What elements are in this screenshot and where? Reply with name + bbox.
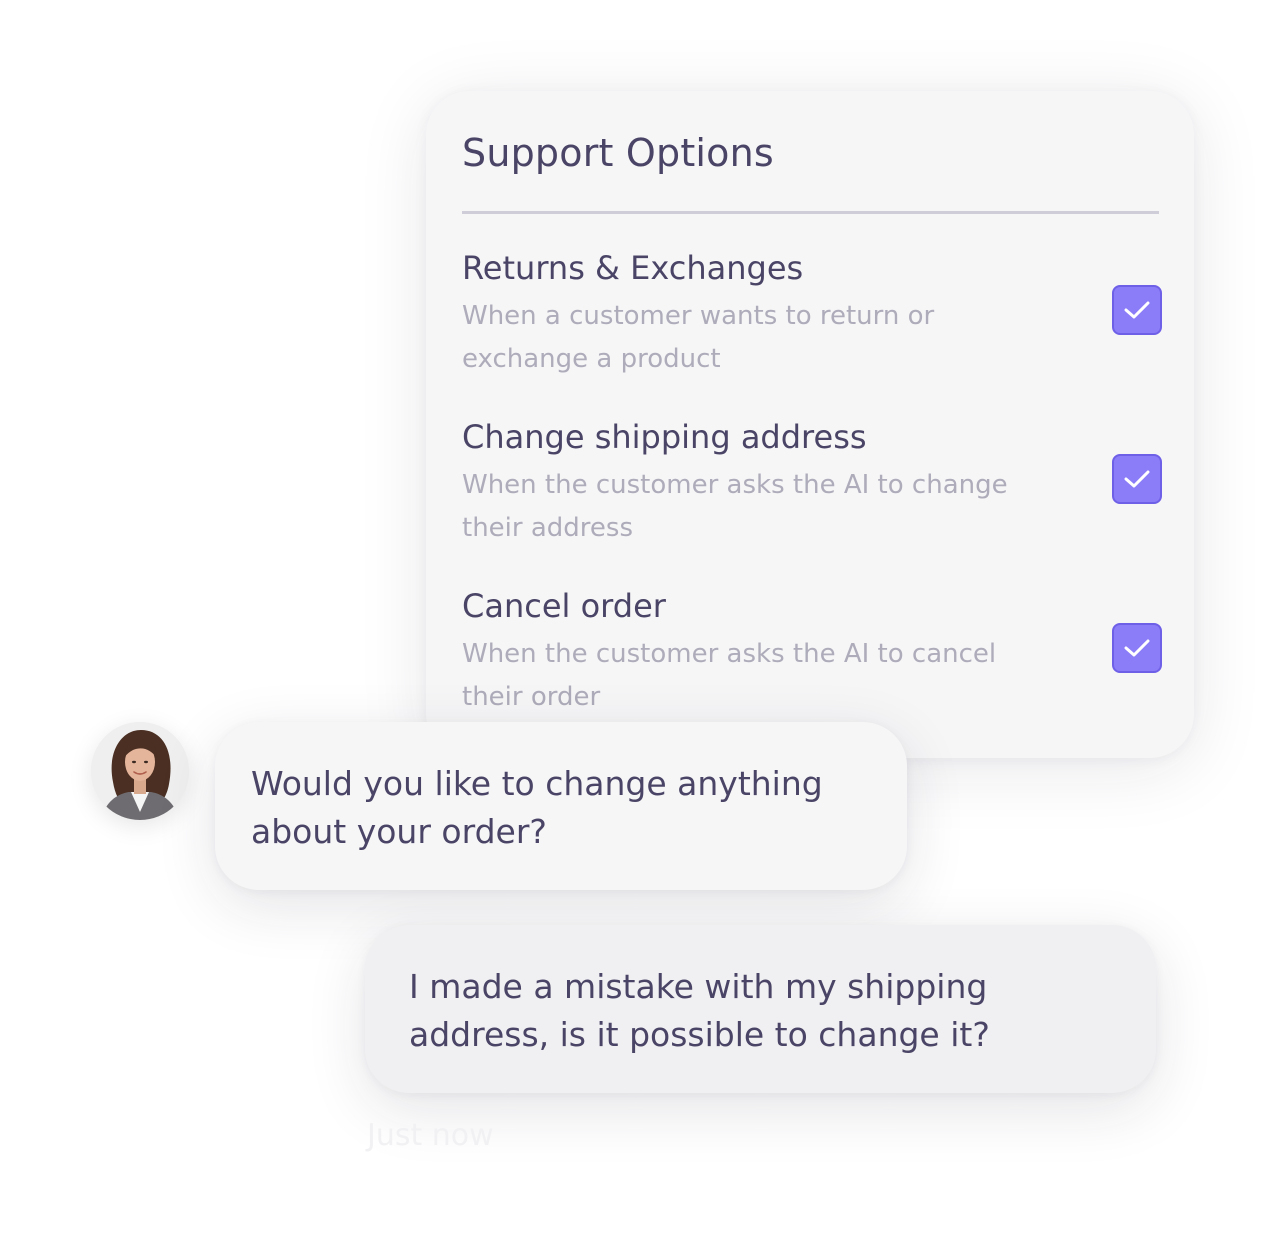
- option-description: When the customer asks the AI to cancel …: [462, 639, 997, 712]
- check-icon: [1124, 301, 1150, 319]
- option-title: Cancel order: [462, 587, 666, 625]
- agent-message-text: Would you like to change anything about …: [251, 764, 823, 851]
- option-description: When a customer wants to return or excha…: [462, 301, 935, 374]
- check-icon: [1124, 470, 1150, 488]
- user-message-bubble: I made a mistake with my shipping addres…: [365, 925, 1156, 1093]
- change-shipping-address-checkbox[interactable]: [1112, 454, 1162, 504]
- user-message-text: I made a mistake with my shipping addres…: [409, 967, 990, 1054]
- returns-exchanges-checkbox[interactable]: [1112, 285, 1162, 335]
- agent-avatar: [91, 722, 189, 820]
- divider: [462, 211, 1159, 214]
- option-change-shipping-address: Change shipping address When the custome…: [462, 418, 1162, 568]
- support-options-card: Support Options Returns & Exchanges When…: [426, 91, 1194, 758]
- check-icon: [1124, 639, 1150, 657]
- option-returns-exchanges: Returns & Exchanges When a customer want…: [462, 249, 1162, 399]
- support-options-title: Support Options: [462, 131, 774, 175]
- option-title: Returns & Exchanges: [462, 249, 804, 287]
- option-description: When the customer asks the AI to change …: [462, 470, 1008, 543]
- cancel-order-checkbox[interactable]: [1112, 623, 1162, 673]
- option-cancel-order: Cancel order When the customer asks the …: [462, 587, 1162, 737]
- message-timestamp: Just now: [367, 1118, 494, 1153]
- option-title: Change shipping address: [462, 418, 867, 456]
- agent-message-bubble: Would you like to change anything about …: [215, 722, 907, 890]
